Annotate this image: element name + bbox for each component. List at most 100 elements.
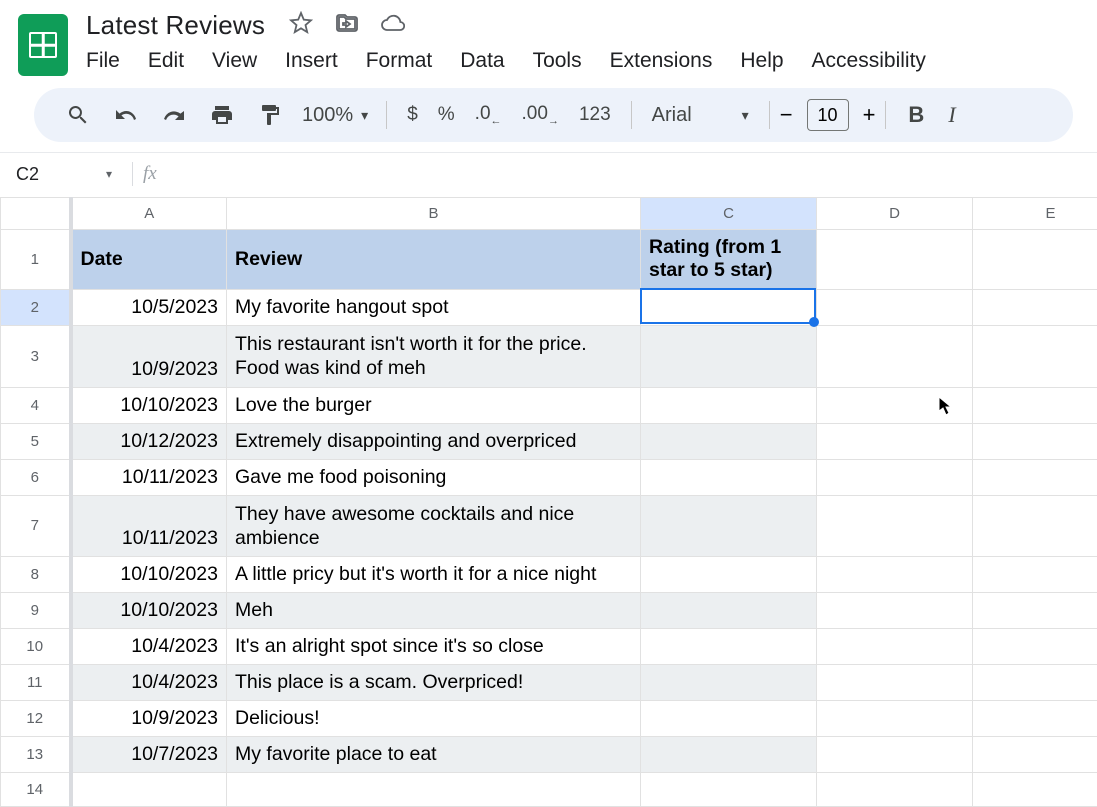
- cell[interactable]: [817, 289, 973, 325]
- cell[interactable]: [973, 423, 1097, 459]
- row-header[interactable]: 1: [1, 230, 71, 290]
- cell[interactable]: Extremely disappointing and overpriced: [227, 423, 641, 459]
- decrease-font-size-button[interactable]: −: [780, 102, 793, 128]
- decrease-decimal-button[interactable]: .0←: [465, 103, 512, 127]
- cell[interactable]: [71, 773, 227, 807]
- menu-format[interactable]: Format: [366, 49, 433, 73]
- cell[interactable]: [973, 387, 1097, 423]
- increase-font-size-button[interactable]: +: [863, 102, 876, 128]
- paint-format-icon[interactable]: [246, 95, 294, 135]
- cell[interactable]: This place is a scam. Overpriced!: [227, 665, 641, 701]
- row-header[interactable]: 14: [1, 773, 71, 807]
- cell[interactable]: Gave me food poisoning: [227, 459, 641, 495]
- font-size-input[interactable]: 10: [807, 99, 849, 131]
- move-icon[interactable]: [335, 11, 359, 40]
- cell[interactable]: [641, 387, 817, 423]
- zoom-select[interactable]: 100%▾: [294, 104, 376, 127]
- name-box[interactable]: C2▾: [12, 157, 122, 191]
- cell[interactable]: [817, 593, 973, 629]
- row-header[interactable]: 10: [1, 629, 71, 665]
- spreadsheet-grid[interactable]: A B C D E 1 Date Review Rating (from 1 s…: [0, 197, 1097, 807]
- cell[interactable]: Delicious!: [227, 701, 641, 737]
- cell[interactable]: [641, 325, 817, 387]
- row-header[interactable]: 2: [1, 289, 71, 325]
- cell[interactable]: 10/5/2023: [71, 289, 227, 325]
- row-header[interactable]: 4: [1, 387, 71, 423]
- cell[interactable]: [973, 459, 1097, 495]
- bold-button[interactable]: B: [896, 95, 936, 135]
- cell[interactable]: [817, 665, 973, 701]
- cell[interactable]: 10/11/2023: [71, 459, 227, 495]
- menu-view[interactable]: View: [212, 49, 257, 73]
- cell[interactable]: [973, 665, 1097, 701]
- cell[interactable]: [817, 387, 973, 423]
- cell[interactable]: [817, 557, 973, 593]
- cloud-status-icon[interactable]: [381, 11, 405, 40]
- undo-icon[interactable]: [102, 95, 150, 135]
- cell[interactable]: [973, 230, 1097, 290]
- star-icon[interactable]: [289, 11, 313, 40]
- cell[interactable]: [973, 773, 1097, 807]
- cell[interactable]: [817, 495, 973, 557]
- col-header-D[interactable]: D: [817, 198, 973, 230]
- cell[interactable]: [641, 289, 817, 325]
- redo-icon[interactable]: [150, 95, 198, 135]
- col-header-C[interactable]: C: [641, 198, 817, 230]
- search-icon[interactable]: [54, 95, 102, 135]
- print-icon[interactable]: [198, 95, 246, 135]
- menu-file[interactable]: File: [86, 49, 120, 73]
- cell[interactable]: 10/12/2023: [71, 423, 227, 459]
- cell[interactable]: It's an alright spot since it's so close: [227, 629, 641, 665]
- menu-accessibility[interactable]: Accessibility: [812, 49, 926, 73]
- cell[interactable]: [817, 737, 973, 773]
- cell[interactable]: [641, 773, 817, 807]
- menu-insert[interactable]: Insert: [285, 49, 338, 73]
- cell[interactable]: Date: [71, 230, 227, 290]
- row-header[interactable]: 11: [1, 665, 71, 701]
- cell[interactable]: [817, 230, 973, 290]
- menu-tools[interactable]: Tools: [533, 49, 582, 73]
- cell[interactable]: [641, 701, 817, 737]
- row-header[interactable]: 7: [1, 495, 71, 557]
- cell[interactable]: 10/11/2023: [71, 495, 227, 557]
- cell[interactable]: My favorite place to eat: [227, 737, 641, 773]
- cell[interactable]: [817, 423, 973, 459]
- col-header-A[interactable]: A: [71, 198, 227, 230]
- currency-format-button[interactable]: $: [397, 104, 428, 126]
- cell[interactable]: 10/4/2023: [71, 665, 227, 701]
- cell[interactable]: [641, 665, 817, 701]
- cell[interactable]: Rating (from 1 star to 5 star): [641, 230, 817, 290]
- cell[interactable]: [973, 629, 1097, 665]
- cell[interactable]: 10/10/2023: [71, 557, 227, 593]
- cell[interactable]: [641, 459, 817, 495]
- cell[interactable]: [641, 423, 817, 459]
- cell[interactable]: [641, 495, 817, 557]
- cell[interactable]: [973, 593, 1097, 629]
- cell[interactable]: [973, 701, 1097, 737]
- menu-data[interactable]: Data: [460, 49, 504, 73]
- col-header-B[interactable]: B: [227, 198, 641, 230]
- cell[interactable]: They have awesome cocktails and nice amb…: [227, 495, 641, 557]
- cell[interactable]: 10/10/2023: [71, 387, 227, 423]
- cell[interactable]: [641, 557, 817, 593]
- row-header[interactable]: 6: [1, 459, 71, 495]
- menu-extensions[interactable]: Extensions: [610, 49, 713, 73]
- select-all-corner[interactable]: [1, 198, 71, 230]
- font-family-select[interactable]: Arial▾: [642, 104, 759, 127]
- cell[interactable]: My favorite hangout spot: [227, 289, 641, 325]
- italic-button[interactable]: I: [936, 95, 967, 135]
- row-header[interactable]: 12: [1, 701, 71, 737]
- cell[interactable]: [817, 701, 973, 737]
- increase-decimal-button[interactable]: .00→: [512, 103, 569, 127]
- cell[interactable]: [641, 593, 817, 629]
- cell[interactable]: [227, 773, 641, 807]
- cell[interactable]: [817, 773, 973, 807]
- cell[interactable]: [973, 289, 1097, 325]
- cell[interactable]: Meh: [227, 593, 641, 629]
- cell[interactable]: 10/4/2023: [71, 629, 227, 665]
- cell[interactable]: A little pricy but it's worth it for a n…: [227, 557, 641, 593]
- cell[interactable]: [641, 629, 817, 665]
- cell[interactable]: [973, 737, 1097, 773]
- cell[interactable]: 10/10/2023: [71, 593, 227, 629]
- cell[interactable]: 10/9/2023: [71, 701, 227, 737]
